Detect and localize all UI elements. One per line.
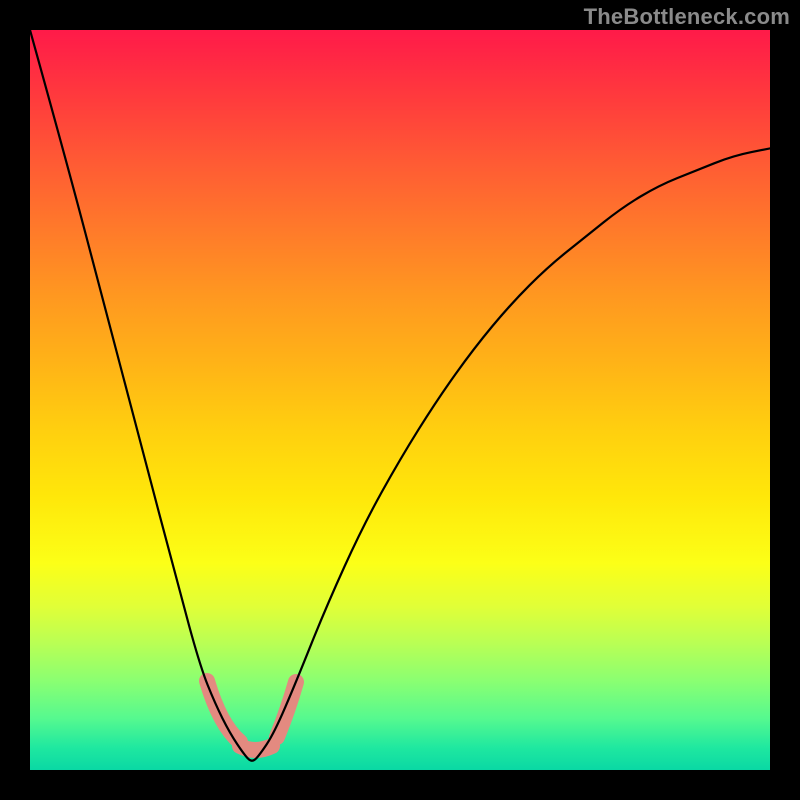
plot-area [30,30,770,770]
curve-knot-left [207,681,240,742]
watermark-text: TheBottleneck.com [584,4,790,30]
curve-line [30,30,770,761]
bottleneck-curve [30,30,770,770]
chart-frame: TheBottleneck.com [0,0,800,800]
curve-knot-bottom [240,746,272,750]
